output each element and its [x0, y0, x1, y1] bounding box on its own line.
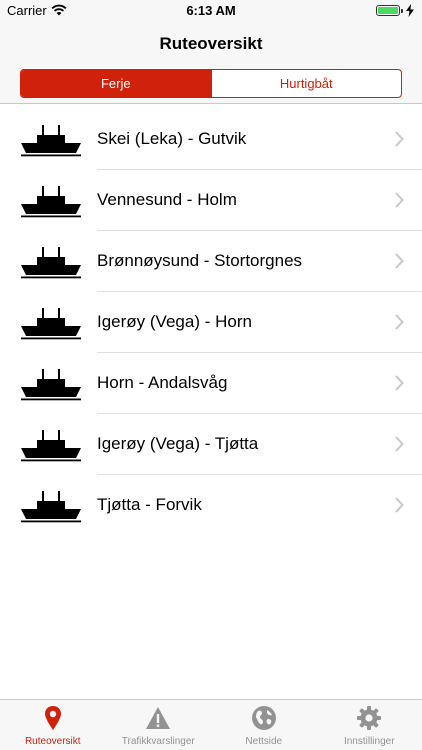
route-row[interactable]: Vennesund - Holm [0, 170, 422, 231]
status-bar: Carrier 6:13 AM [0, 0, 422, 22]
tab-bar: Ruteoversikt Trafikkvarslinger Nettside [0, 699, 422, 750]
gear-icon [357, 706, 382, 730]
route-label: Vennesund - Holm [97, 190, 237, 209]
route-label: Horn - Andalsvåg [97, 373, 228, 392]
route-row[interactable]: Skei (Leka) - Gutvik [0, 109, 422, 170]
tab-nettside[interactable]: Nettside [211, 700, 317, 750]
route-list: Skei (Leka) - Gutvik Vennesund - Holm Br… [0, 109, 422, 536]
warning-icon [146, 707, 171, 729]
clock: 6:13 AM [186, 3, 236, 18]
route-label: Skei (Leka) - Gutvik [97, 129, 247, 148]
tab-label: Ruteoversikt [24, 736, 81, 747]
page-title: Ruteoversikt [159, 34, 263, 53]
route-label: Brønnøysund - Stortorgnes [97, 251, 303, 270]
route-row[interactable]: Tjøtta - Forvik [0, 475, 422, 536]
route-row[interactable]: Brønnøysund - Stortorgnes [0, 231, 422, 292]
globe-icon [251, 706, 276, 730]
charging-icon [406, 4, 414, 17]
tab-trafikkvarslinger[interactable]: Trafikkvarslinger [106, 700, 212, 750]
ferry-icon [21, 186, 81, 218]
tab-label: Innstillinger [343, 736, 395, 747]
segment-bar: Ferje Hurtigbåt [0, 66, 422, 104]
ferry-icon [21, 247, 81, 279]
chevron-right-icon [395, 192, 404, 208]
route-row[interactable]: Igerøy (Vega) - Tjøtta [0, 414, 422, 475]
transport-type-segmented-control: Ferje Hurtigbåt [20, 69, 402, 98]
segment-hurtigbat[interactable]: Hurtigbåt [210, 70, 402, 97]
tab-label: Trafikkvarslinger [121, 736, 195, 747]
navigation-bar: Ruteoversikt [0, 22, 422, 66]
tab-ruteoversikt[interactable]: Ruteoversikt [0, 700, 106, 750]
location-pin-icon [44, 706, 61, 730]
ferry-icon [21, 430, 81, 462]
chevron-right-icon [395, 375, 404, 391]
chevron-right-icon [395, 436, 404, 452]
chevron-right-icon [395, 497, 404, 513]
ferry-icon [21, 308, 81, 340]
route-label: Tjøtta - Forvik [97, 495, 202, 514]
chevron-right-icon [395, 314, 404, 330]
ferry-icon [21, 125, 81, 157]
route-label: Igerøy (Vega) - Tjøtta [97, 434, 259, 453]
route-label: Igerøy (Vega) - Horn [97, 312, 252, 331]
tab-label: Nettside [245, 736, 283, 747]
route-row[interactable]: Igerøy (Vega) - Horn [0, 292, 422, 353]
ferry-icon [21, 491, 81, 523]
segment-ferje[interactable]: Ferje [21, 70, 211, 97]
route-row[interactable]: Horn - Andalsvåg [0, 353, 422, 414]
chevron-right-icon [395, 131, 404, 147]
chevron-right-icon [395, 253, 404, 269]
battery-icon [376, 5, 403, 16]
ferry-icon [21, 369, 81, 401]
tab-innstillinger[interactable]: Innstillinger [317, 700, 422, 750]
